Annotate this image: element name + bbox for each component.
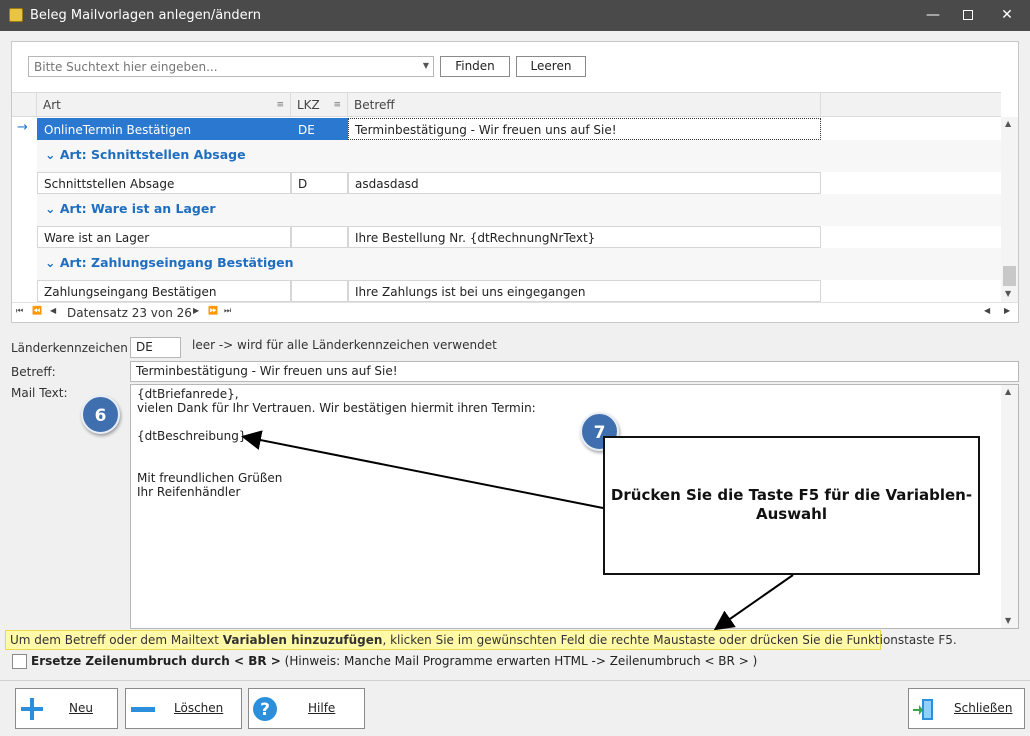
bottom-toolbar: Neu Löschen ? Hilfe Schließen	[0, 680, 1030, 736]
help-icon: ?	[253, 697, 277, 721]
svg-text:?: ?	[260, 700, 270, 720]
plus-icon	[21, 698, 43, 720]
annotation-arrows	[241, 430, 794, 631]
exit-door-icon	[913, 699, 933, 720]
arrow-to-hint	[713, 574, 794, 631]
replace-linebreak-checkbox[interactable]	[12, 654, 27, 669]
help-button[interactable]: ? Hilfe	[248, 688, 365, 729]
arrow-to-variable	[241, 430, 604, 509]
new-button[interactable]: Neu	[15, 688, 118, 729]
minus-icon	[131, 707, 155, 712]
variables-hint: Um dem Betreff oder dem Mailtext Variabl…	[5, 630, 957, 650]
delete-button[interactable]: Löschen	[125, 688, 242, 729]
replace-linebreak-label[interactable]: Ersetze Zeilenumbruch durch < BR > (Hinw…	[31, 654, 757, 668]
close-dialog-button[interactable]: Schließen	[908, 688, 1025, 729]
